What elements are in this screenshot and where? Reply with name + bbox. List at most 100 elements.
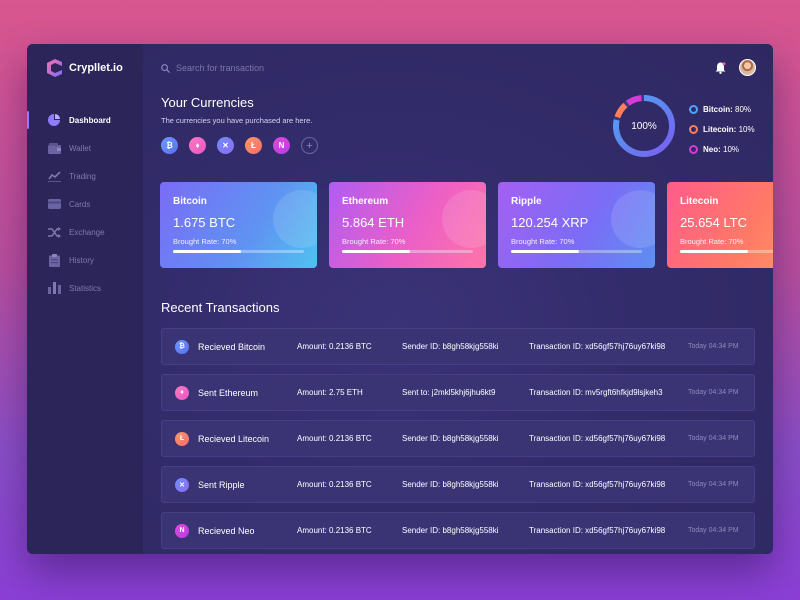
- transaction-party: Sender ID: b8gh58kjg558ki: [402, 434, 499, 443]
- currency-icons: ₿ ♦ ✕ Ł N +: [161, 137, 329, 154]
- bitcoin-icon[interactable]: ₿: [161, 137, 178, 154]
- transaction-time: Today 04:34 PM: [688, 481, 739, 488]
- sidebar-item-statistics[interactable]: Statistics: [27, 274, 143, 302]
- card-amount: 1.675 BTC: [173, 215, 236, 230]
- sidebar-item-history[interactable]: History: [27, 246, 143, 274]
- transaction-row[interactable]: ✕ Sent Ripple Amount: 0.2136 BTC Sender …: [161, 466, 755, 503]
- legend-item-bitcoin: Bitcoin: 80%: [689, 99, 755, 119]
- transaction-row[interactable]: ♦ Sent Ethereum Amount: 2.75 ETH Sent to…: [161, 374, 755, 411]
- sidebar-item-label: Trading: [69, 171, 96, 181]
- neo-icon[interactable]: N: [273, 137, 290, 154]
- transaction-id: Transaction ID: xd56gf57hj76uy67ki98: [529, 526, 666, 535]
- card-name: Ripple: [511, 196, 542, 207]
- legend-dot: [689, 144, 698, 154]
- transaction-id: Transaction ID: xd56gf57hj76uy67ki98: [529, 434, 666, 443]
- litecoin-icon: Ł: [175, 431, 189, 446]
- add-currency-button[interactable]: +: [301, 137, 318, 154]
- card-progress: [511, 250, 642, 253]
- transaction-time: Today 04:34 PM: [688, 343, 739, 350]
- transaction-name: Recieved Neo: [198, 525, 255, 536]
- card-icon: [47, 198, 61, 210]
- currency-card-ethereum[interactable]: Ethereum 5.864 ETH Brought Rate: 70%: [329, 182, 486, 268]
- currencies-title: Your Currencies: [161, 95, 254, 110]
- ethereum-icon: ♦: [175, 385, 189, 400]
- card-progress: [173, 250, 304, 253]
- transaction-id: Transaction ID: mv5rgft6hfkjd9lsjkeh3: [529, 388, 663, 397]
- recent-transactions-title: Recent Transactions: [161, 300, 280, 315]
- logo[interactable]: Crypllet.io: [47, 59, 123, 77]
- transaction-id: Transaction ID: xd56gf57hj76uy67ki98: [529, 342, 666, 351]
- legend-value: 80%: [735, 104, 752, 114]
- transaction-party: Sender ID: b8gh58kjg558ki: [402, 342, 499, 351]
- sidebar-item-label: Cards: [69, 199, 91, 209]
- sidebar-item-label: Dashboard: [69, 115, 111, 125]
- avatar[interactable]: [739, 59, 756, 76]
- card-amount: 5.864 ETH: [342, 215, 405, 230]
- main-content: Your Currencies The currencies you have …: [143, 44, 773, 554]
- transaction-name: Recieved Litecoin: [198, 433, 270, 444]
- transaction-row[interactable]: N Recieved Neo Amount: 0.2136 BTC Sender…: [161, 512, 755, 549]
- bitcoin-icon: ₿: [175, 339, 189, 354]
- card-name: Litecoin: [680, 196, 719, 207]
- card-progress: [342, 250, 473, 253]
- app-name: Crypllet.io: [69, 62, 123, 74]
- logo-icon: [47, 59, 62, 77]
- legend-item-litecoin: Litecoin: 10%: [689, 119, 755, 139]
- transaction-party: Sender ID: b8gh58kjg558ki: [402, 480, 499, 489]
- transaction-row[interactable]: Ł Recieved Litecoin Amount: 0.2136 BTC S…: [161, 420, 755, 457]
- legend-name: Neo:: [703, 144, 721, 154]
- transaction-id: Transaction ID: xd56gf57hj76uy67ki98: [529, 480, 666, 489]
- transaction-list: ₿ Recieved Bitcoin Amount: 0.2136 BTC Se…: [161, 328, 755, 554]
- card-progress: [680, 250, 773, 253]
- trend-icon: [47, 170, 61, 182]
- donut-center-label: 100%: [631, 120, 657, 132]
- card-amount: 120.254 XRP: [511, 215, 589, 230]
- clipboard-icon: [47, 253, 61, 267]
- legend-name: Litecoin:: [703, 124, 737, 134]
- legend-value: 10%: [723, 144, 740, 154]
- transaction-name: Sent Ethereum: [198, 387, 259, 398]
- card-rate: Brought Rate: 70%: [680, 237, 744, 246]
- legend-dot: [689, 124, 698, 134]
- card-rate: Brought Rate: 70%: [173, 237, 237, 246]
- sidebar-item-wallet[interactable]: Wallet: [27, 134, 143, 162]
- currency-cards: Bitcoin 1.675 BTC Brought Rate: 70% Ethe…: [160, 182, 773, 268]
- currency-card-bitcoin[interactable]: Bitcoin 1.675 BTC Brought Rate: 70%: [160, 182, 317, 268]
- legend-value: 10%: [738, 124, 755, 134]
- transaction-time: Today 04:34 PM: [688, 527, 739, 534]
- currency-card-litecoin[interactable]: Litecoin 25.654 LTC Brought Rate: 70%: [667, 182, 773, 268]
- app-window: Crypllet.io Dashboard Wallet Trading Car…: [27, 44, 773, 554]
- sidebar-item-cards[interactable]: Cards: [27, 190, 143, 218]
- sidebar-item-label: Exchange: [69, 227, 105, 237]
- sidebar-item-label: History: [69, 255, 94, 265]
- litecoin-icon[interactable]: Ł: [245, 137, 262, 154]
- ethereum-icon[interactable]: ♦: [189, 137, 206, 154]
- currency-card-ripple[interactable]: Ripple 120.254 XRP Brought Rate: 70%: [498, 182, 655, 268]
- sidebar-item-exchange[interactable]: Exchange: [27, 218, 143, 246]
- sidebar-item-dashboard[interactable]: Dashboard: [27, 106, 143, 134]
- shuffle-icon: [47, 226, 61, 238]
- card-name: Bitcoin: [173, 196, 207, 207]
- transaction-amount: Amount: 2.75 ETH: [297, 388, 363, 397]
- card-name: Ethereum: [342, 196, 389, 207]
- search-input[interactable]: [174, 62, 378, 74]
- wallet-icon: [47, 142, 61, 154]
- transaction-time: Today 04:34 PM: [688, 435, 739, 442]
- sidebar-item-trading[interactable]: Trading: [27, 162, 143, 190]
- sidebar-nav: Dashboard Wallet Trading Cards Exchange …: [27, 106, 143, 302]
- legend-name: Bitcoin:: [703, 104, 733, 114]
- sidebar-item-label: Wallet: [69, 143, 91, 153]
- card-rate: Brought Rate: 70%: [511, 237, 575, 246]
- transaction-party: Sent to: j2mkl5khj6jhu6kt9: [402, 388, 496, 397]
- search-icon: [161, 63, 170, 73]
- sidebar-item-label: Statistics: [69, 283, 102, 293]
- sidebar: Crypllet.io Dashboard Wallet Trading Car…: [27, 44, 143, 554]
- search-bar[interactable]: [161, 62, 378, 74]
- transaction-party: Sender ID: b8gh58kjg558ki: [402, 526, 499, 535]
- card-rate: Brought Rate: 70%: [342, 237, 406, 246]
- legend-item-neo: Neo: 10%: [689, 139, 755, 159]
- card-amount: 25.654 LTC: [680, 215, 747, 230]
- ripple-icon[interactable]: ✕: [217, 137, 234, 154]
- bell-icon[interactable]: [715, 62, 726, 74]
- transaction-row[interactable]: ₿ Recieved Bitcoin Amount: 0.2136 BTC Se…: [161, 328, 755, 365]
